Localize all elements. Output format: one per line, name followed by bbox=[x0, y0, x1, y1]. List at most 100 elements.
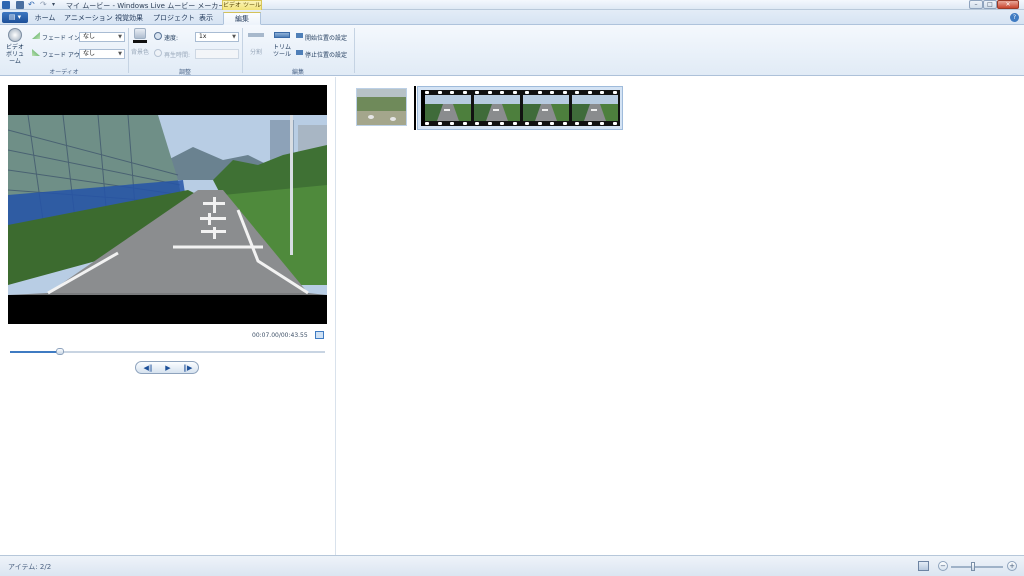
tab-project[interactable]: プロジェクト bbox=[153, 12, 195, 25]
maximize-button[interactable]: □ bbox=[983, 0, 997, 9]
filmstrip bbox=[421, 90, 620, 126]
film-sprocket bbox=[525, 122, 529, 125]
film-sprocket bbox=[487, 122, 492, 125]
split-icon bbox=[248, 33, 264, 37]
video-volume-button[interactable]: ビデオ ボリューム bbox=[4, 27, 26, 65]
speed-label: 速度: bbox=[164, 35, 179, 42]
film-sprocket bbox=[587, 122, 592, 125]
trim-tool-button[interactable]: トリム ツール bbox=[271, 27, 293, 63]
color-swatch bbox=[133, 40, 147, 43]
chevron-down-icon: ▼ bbox=[118, 34, 122, 40]
tab-home[interactable]: ホーム bbox=[33, 12, 57, 25]
film-sprocket bbox=[587, 91, 592, 94]
help-icon[interactable]: ? bbox=[1010, 13, 1019, 22]
duration-label: 再生時間: bbox=[164, 52, 191, 59]
film-sprocket bbox=[562, 91, 567, 94]
film-sprocket bbox=[500, 91, 504, 94]
speaker-icon bbox=[8, 28, 22, 42]
film-sprocket bbox=[600, 91, 604, 94]
tab-edit[interactable]: 編集 bbox=[223, 12, 261, 25]
video-frame-image bbox=[8, 85, 327, 324]
seek-progress bbox=[10, 351, 61, 353]
audio-group-label: オーディオ bbox=[49, 69, 79, 76]
film-sprocket bbox=[512, 91, 517, 94]
film-sprocket bbox=[575, 91, 579, 94]
film-sprocket bbox=[475, 122, 479, 125]
tab-animations[interactable]: アニメーション bbox=[64, 12, 113, 25]
fade-in-icon bbox=[32, 32, 40, 39]
status-bar: アイテム: 2/2 − + bbox=[0, 555, 1024, 576]
trim-icon bbox=[274, 32, 290, 38]
film-sprocket bbox=[450, 91, 454, 94]
play-button[interactable]: ▶ bbox=[159, 364, 177, 373]
tab-visual-effects[interactable]: 視覚効果 bbox=[112, 12, 146, 25]
set-end-icon bbox=[296, 50, 303, 55]
speed-icon bbox=[154, 32, 162, 40]
next-frame-button[interactable]: ‖▶ bbox=[179, 364, 197, 373]
item-count: アイテム: 2/2 bbox=[8, 563, 52, 571]
undo-icon[interactable]: ↶ bbox=[28, 1, 36, 9]
application-menu-button[interactable]: ▤ ▾ bbox=[2, 12, 28, 23]
fullscreen-icon[interactable] bbox=[315, 331, 324, 339]
duration-icon bbox=[154, 49, 162, 57]
film-sprocket bbox=[575, 122, 579, 125]
film-sprocket bbox=[512, 122, 517, 125]
thumbnail-size-icon[interactable] bbox=[918, 561, 929, 571]
seek-thumb[interactable] bbox=[56, 348, 65, 355]
background-color-button[interactable]: 背景色 bbox=[130, 27, 150, 61]
preview-pane: 00:07.00/00:43.55 ◀‖ ▶ ‖▶ bbox=[0, 77, 336, 555]
zoom-thumb[interactable] bbox=[970, 562, 975, 571]
group-separator bbox=[354, 28, 355, 73]
zoom-in-button[interactable]: + bbox=[1007, 561, 1017, 571]
zoom-out-button[interactable]: − bbox=[938, 561, 948, 571]
video-preview[interactable] bbox=[8, 85, 327, 324]
film-sprocket bbox=[537, 122, 542, 125]
film-sprocket bbox=[525, 91, 529, 94]
film-sprocket bbox=[487, 91, 492, 94]
duration-field[interactable] bbox=[195, 49, 239, 59]
film-sprocket bbox=[562, 122, 567, 125]
redo-icon[interactable]: ↷ bbox=[40, 1, 48, 9]
seek-bar[interactable] bbox=[10, 348, 325, 355]
split-button[interactable]: 分割 bbox=[246, 27, 266, 61]
ribbon: ビデオ ボリューム フェード イン: なし ▼ フェード アウト: なし ▼ オーデ… bbox=[0, 25, 1024, 76]
trim-tool-label: トリム ツール bbox=[272, 44, 291, 58]
film-sprocket bbox=[537, 91, 542, 94]
film-sprocket bbox=[550, 91, 554, 94]
chevron-down-icon: ▼ bbox=[232, 34, 236, 40]
close-button[interactable]: ✕ bbox=[997, 0, 1019, 9]
film-sprocket bbox=[475, 91, 479, 94]
speed-dropdown[interactable]: 1x ▼ bbox=[195, 32, 239, 42]
insertion-cursor bbox=[414, 86, 416, 130]
tab-view[interactable]: 表示 bbox=[196, 12, 216, 25]
time-readout: 00:07.00/00:43.55 bbox=[252, 332, 308, 339]
video-volume-label: ビデオ ボリューム bbox=[5, 44, 24, 65]
zoom-slider[interactable] bbox=[951, 562, 1003, 571]
film-sprocket bbox=[437, 91, 442, 94]
filmstrip-frame bbox=[572, 95, 618, 121]
film-sprocket bbox=[500, 122, 504, 125]
video-tools-context-header: ビデオ ツール bbox=[222, 0, 262, 10]
previous-frame-button[interactable]: ◀‖ bbox=[139, 364, 157, 373]
qat-dropdown-icon[interactable]: ▾ bbox=[52, 1, 60, 9]
fade-in-label: フェード イン: bbox=[42, 35, 82, 42]
playback-controls: ◀‖ ▶ ‖▶ bbox=[135, 361, 199, 374]
clip-thumbnail bbox=[357, 89, 406, 125]
film-sprocket bbox=[462, 91, 467, 94]
set-end-label: 停止位置の設定 bbox=[305, 52, 348, 59]
storyboard-pane[interactable] bbox=[337, 77, 1024, 555]
storyboard-clip-video-selected[interactable] bbox=[417, 86, 623, 130]
film-sprocket bbox=[612, 91, 617, 94]
fade-out-dropdown[interactable]: なし ▼ bbox=[79, 49, 125, 59]
fade-in-dropdown[interactable]: なし ▼ bbox=[79, 32, 125, 42]
set-start-icon bbox=[296, 33, 303, 38]
storyboard-clip-photo[interactable] bbox=[356, 88, 407, 126]
film-sprocket bbox=[612, 122, 617, 125]
film-sprocket bbox=[600, 122, 604, 125]
trim-shade bbox=[421, 90, 425, 126]
minimize-button[interactable]: – bbox=[969, 0, 983, 9]
save-icon[interactable] bbox=[16, 1, 24, 9]
film-sprocket bbox=[462, 122, 467, 125]
split-label: 分割 bbox=[249, 49, 262, 56]
film-sprocket bbox=[450, 122, 454, 125]
